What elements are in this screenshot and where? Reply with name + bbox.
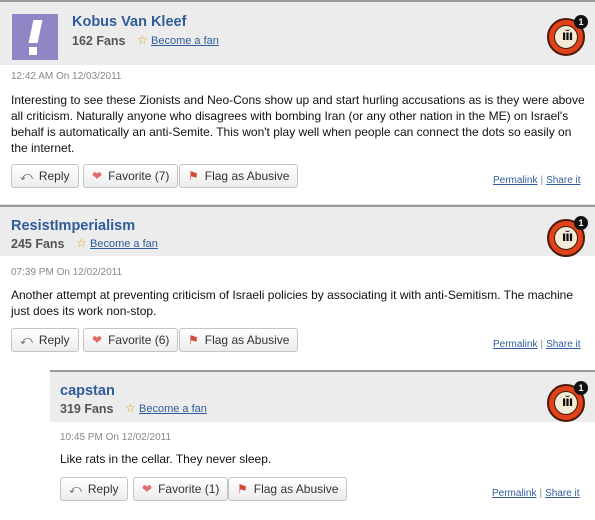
favorite-label: Favorite (6) xyxy=(108,333,170,347)
heart-icon: ❤ xyxy=(92,333,103,347)
pundit-badge-icon[interactable]: ıĭı 1 xyxy=(547,15,588,56)
badge-count: 1 xyxy=(574,216,588,230)
fan-count: 319 Fans xyxy=(60,402,114,416)
flag-label: Flag as Abusive xyxy=(204,169,290,183)
permalink-link[interactable]: Permalink xyxy=(493,175,537,186)
heart-icon: ❤ xyxy=(142,482,153,496)
star-icon: ☆ xyxy=(76,236,87,250)
comment-1: Kobus Van Kleef 162 Fans ☆ Become a fan … xyxy=(0,0,595,205)
badge-count: 1 xyxy=(574,15,588,29)
timestamp: 07:39 PM On 12/02/2011 xyxy=(11,267,123,278)
link-separator: | xyxy=(540,339,544,350)
comment-text: Like rats in the cellar. They never slee… xyxy=(60,452,272,466)
link-separator: | xyxy=(539,488,543,499)
reply-button[interactable]: ⤺ Reply xyxy=(60,477,128,501)
comment-2: ResistImperialism 245 Fans ☆ Become a fa… xyxy=(0,205,595,370)
star-icon: ☆ xyxy=(137,33,148,47)
link-separator: | xyxy=(540,175,544,186)
badge-face: ıĭı xyxy=(554,391,578,415)
pundit-badge-icon[interactable]: ıĭı 1 xyxy=(547,216,588,257)
heart-icon: ❤ xyxy=(92,169,103,183)
badge-glyph: ıĭı xyxy=(561,29,573,44)
username[interactable]: ResistImperialism xyxy=(11,218,135,234)
favorite-label: Favorite (1) xyxy=(158,482,220,496)
comment-3-reply: capstan 319 Fans ☆ Become a fan ıĭı 1 10… xyxy=(50,370,595,515)
share-link[interactable]: Share it xyxy=(545,488,579,499)
fan-count: 162 Fans xyxy=(72,34,126,48)
favorite-button[interactable]: ❤ Favorite (7) xyxy=(83,164,179,188)
become-fan-link[interactable]: Become a fan xyxy=(139,403,207,415)
exclamation-dot xyxy=(29,47,37,55)
comment-links: Permalink | Share it xyxy=(493,175,581,186)
exclamation-icon xyxy=(28,20,43,43)
badge-face: ıĭı xyxy=(554,226,578,250)
pundit-badge-icon[interactable]: ıĭı 1 xyxy=(547,381,588,422)
become-fan-link[interactable]: Become a fan xyxy=(151,35,219,47)
become-fan-link[interactable]: Become a fan xyxy=(90,238,158,250)
flag-icon: ⚑ xyxy=(237,482,248,496)
timestamp: 10:45 PM On 12/02/2011 xyxy=(60,432,172,443)
favorite-button[interactable]: ❤ Favorite (6) xyxy=(83,328,179,352)
flag-label: Flag as Abusive xyxy=(253,482,339,496)
badge-face: ıĭı xyxy=(554,25,578,49)
badge-glyph: ıĭı xyxy=(561,230,573,245)
comment-text: Interesting to see these Zionists and Ne… xyxy=(11,93,585,155)
flag-abusive-button[interactable]: ⚑ Flag as Abusive xyxy=(179,328,299,352)
flag-abusive-button[interactable]: ⚑ Flag as Abusive xyxy=(179,164,299,188)
permalink-link[interactable]: Permalink xyxy=(493,339,537,350)
reply-label: Reply xyxy=(38,333,70,347)
reply-arrow-icon: ⤺ xyxy=(20,169,33,183)
permalink-link[interactable]: Permalink xyxy=(492,488,536,499)
comment-header: capstan 319 Fans ☆ Become a fan ıĭı 1 xyxy=(50,370,595,422)
flag-abusive-button[interactable]: ⚑ Flag as Abusive xyxy=(228,477,348,501)
favorite-button[interactable]: ❤ Favorite (1) xyxy=(133,477,229,501)
username[interactable]: capstan xyxy=(60,383,115,399)
favorite-label: Favorite (7) xyxy=(108,169,170,183)
user-avatar[interactable] xyxy=(12,14,58,60)
reply-label: Reply xyxy=(87,482,119,496)
reply-label: Reply xyxy=(38,169,70,183)
reply-arrow-icon: ⤺ xyxy=(20,333,33,347)
flag-icon: ⚑ xyxy=(188,333,199,347)
reply-arrow-icon: ⤺ xyxy=(69,482,82,496)
fan-count: 245 Fans xyxy=(11,237,65,251)
badge-glyph: ıĭı xyxy=(561,395,573,410)
share-link[interactable]: Share it xyxy=(546,175,580,186)
flag-icon: ⚑ xyxy=(188,169,199,183)
timestamp: 12:42 AM On 12/03/2011 xyxy=(11,71,122,82)
comment-links: Permalink | Share it xyxy=(492,488,580,499)
badge-count: 1 xyxy=(574,381,588,395)
flag-label: Flag as Abusive xyxy=(204,333,290,347)
comment-header: Kobus Van Kleef 162 Fans ☆ Become a fan … xyxy=(0,0,595,65)
reply-button[interactable]: ⤺ Reply xyxy=(11,164,79,188)
reply-button[interactable]: ⤺ Reply xyxy=(11,328,79,352)
username[interactable]: Kobus Van Kleef xyxy=(72,14,186,30)
comment-header: ResistImperialism 245 Fans ☆ Become a fa… xyxy=(0,205,595,257)
comment-text: Another attempt at preventing criticism … xyxy=(11,288,574,318)
star-icon: ☆ xyxy=(125,401,136,415)
comment-links: Permalink | Share it xyxy=(493,339,581,350)
share-link[interactable]: Share it xyxy=(546,339,580,350)
